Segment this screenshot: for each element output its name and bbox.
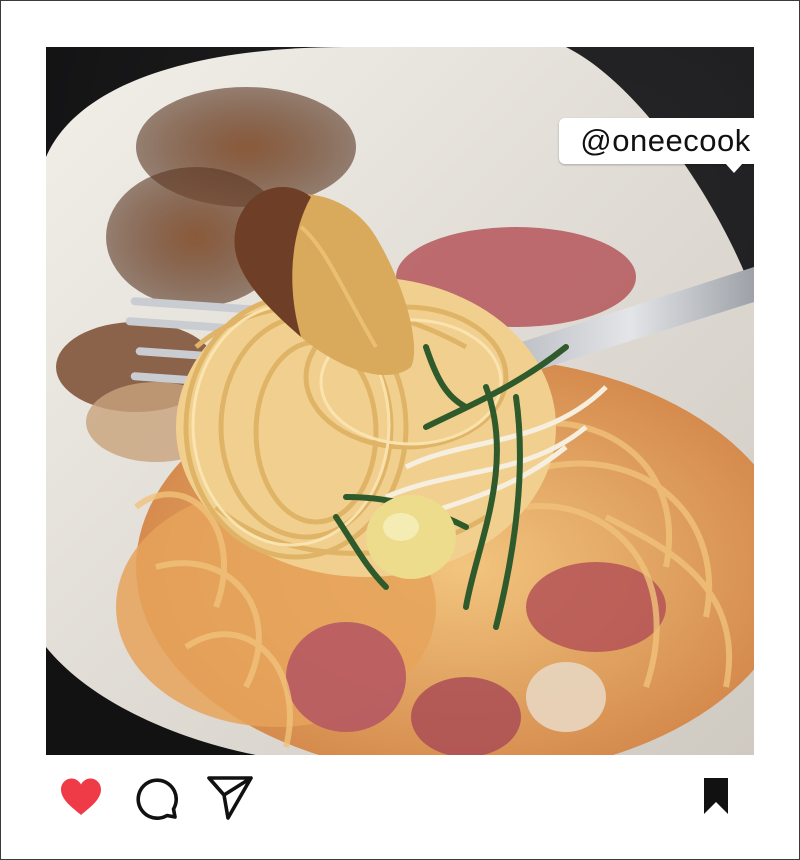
post-photo[interactable]: @oneecook [46, 47, 754, 755]
like-heart-icon[interactable] [59, 777, 103, 817]
user-tag-handle: @oneecook [580, 123, 751, 158]
user-tag-label[interactable]: @oneecook [559, 118, 754, 173]
share-paper-plane-icon[interactable] [206, 775, 254, 821]
action-bar [1, 761, 800, 841]
post-card: @oneecook [0, 0, 800, 860]
comment-bubble-icon[interactable] [134, 776, 178, 820]
save-bookmark-icon[interactable] [702, 776, 730, 816]
